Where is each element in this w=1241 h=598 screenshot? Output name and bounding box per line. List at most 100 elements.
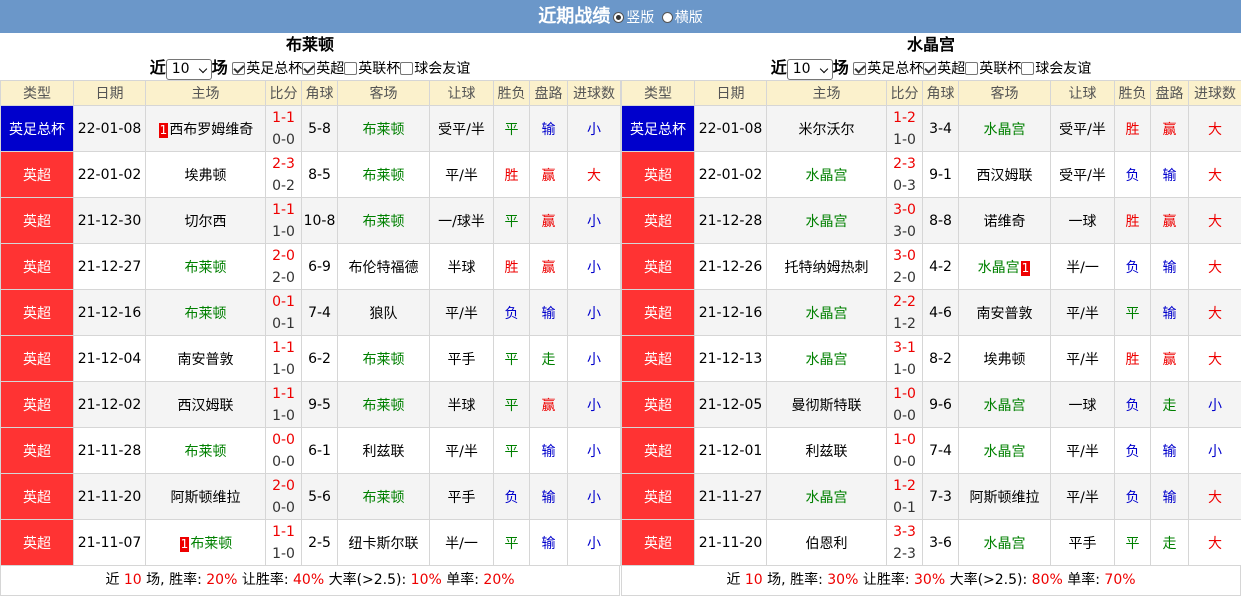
layout-radio-vertical[interactable] bbox=[613, 12, 625, 23]
col-header-corners[interactable]: 角球 bbox=[301, 80, 338, 106]
score-cell[interactable]: 0-0 0-0 bbox=[265, 427, 302, 474]
league-cell[interactable]: 英超 bbox=[0, 243, 74, 290]
col-header-home[interactable]: 主场 bbox=[766, 80, 887, 106]
home-team-cell[interactable]: 米尔沃尔 bbox=[766, 105, 887, 152]
col-header-handicap[interactable]: 让球 bbox=[429, 80, 494, 106]
col-header-away[interactable]: 客场 bbox=[958, 80, 1051, 106]
league-cell[interactable]: 英超 bbox=[621, 289, 695, 336]
filter-checkbox-friendly[interactable] bbox=[400, 62, 414, 75]
home-team-cell[interactable]: 利兹联 bbox=[766, 427, 887, 474]
table-row[interactable]: 英超 21-11-20 伯恩利 3-3 2-3 3-6 水晶宫 平手 平 走 大 bbox=[621, 519, 1241, 566]
score-cell[interactable]: 3-0 2-0 bbox=[886, 243, 923, 290]
home-team-cell[interactable]: 布莱顿 bbox=[145, 427, 266, 474]
home-team-cell[interactable]: 布莱顿 bbox=[145, 289, 266, 336]
score-cell[interactable]: 1-2 1-0 bbox=[886, 105, 923, 152]
filter-checkbox-epl[interactable] bbox=[302, 62, 316, 75]
table-row[interactable]: 英超 21-11-28 布莱顿 0-0 0-0 6-1 利兹联 平/半 平 输 小 bbox=[0, 427, 621, 474]
col-header-handicap[interactable]: 让球 bbox=[1050, 80, 1115, 106]
filter-checkbox-friendly[interactable] bbox=[1021, 62, 1035, 75]
col-header-cover[interactable]: 盘路 bbox=[529, 80, 568, 106]
score-cell[interactable]: 3-0 3-0 bbox=[886, 197, 923, 244]
table-row[interactable]: 英超 21-11-20 阿斯顿维拉 2-0 0-0 5-6 布莱顿 平手 负 输 … bbox=[0, 473, 621, 520]
away-team-cell[interactable]: 布莱顿 bbox=[337, 151, 430, 198]
league-cell[interactable]: 英超 bbox=[0, 427, 74, 474]
away-team-cell[interactable]: 布伦特福德 bbox=[337, 243, 430, 290]
away-team-cell[interactable]: 水晶宫 bbox=[958, 105, 1051, 152]
league-cell[interactable]: 英超 bbox=[0, 151, 74, 198]
table-row[interactable]: 英超 21-12-27 布莱顿 2-0 2-0 6-9 布伦特福德 半球 胜 赢 … bbox=[0, 243, 621, 290]
col-header-result[interactable]: 胜负 bbox=[1114, 80, 1151, 106]
away-team-cell[interactable]: 布莱顿 bbox=[337, 473, 430, 520]
filter-checkbox-league-cup[interactable] bbox=[965, 62, 979, 75]
away-team-cell[interactable]: 纽卡斯尔联 bbox=[337, 519, 430, 566]
col-header-cover[interactable]: 盘路 bbox=[1150, 80, 1189, 106]
layout-radio-horizontal[interactable] bbox=[661, 12, 673, 23]
league-cell[interactable]: 英超 bbox=[621, 197, 695, 244]
away-team-cell[interactable]: 水晶宫 bbox=[958, 381, 1051, 428]
away-team-cell[interactable]: 水晶宫 1 bbox=[958, 243, 1051, 290]
score-cell[interactable]: 2-0 0-0 bbox=[265, 473, 302, 520]
col-header-corners[interactable]: 角球 bbox=[922, 80, 959, 106]
away-team-cell[interactable]: 利兹联 bbox=[337, 427, 430, 474]
away-team-cell[interactable]: 布莱顿 bbox=[337, 381, 430, 428]
league-cell[interactable]: 英超 bbox=[621, 243, 695, 290]
table-row[interactable]: 英超 22-01-02 水晶宫 2-3 0-3 9-1 西汉姆联 受平/半 负 输… bbox=[621, 151, 1241, 198]
score-cell[interactable]: 1-1 1-0 bbox=[265, 519, 302, 566]
col-header-goals[interactable]: 进球数 bbox=[1188, 80, 1241, 106]
home-team-cell[interactable]: 水晶宫 bbox=[766, 289, 887, 336]
league-cell[interactable]: 英超 bbox=[0, 473, 74, 520]
away-team-cell[interactable]: 布莱顿 bbox=[337, 105, 430, 152]
score-cell[interactable]: 1-1 1-0 bbox=[265, 381, 302, 428]
score-cell[interactable]: 2-3 0-3 bbox=[886, 151, 923, 198]
filter-checkbox-fa-cup[interactable] bbox=[232, 62, 246, 75]
table-row[interactable]: 英超 21-12-13 水晶宫 3-1 1-0 8-2 埃弗顿 平/半 胜 赢 大 bbox=[621, 335, 1241, 382]
home-team-cell[interactable]: 南安普敦 bbox=[145, 335, 266, 382]
league-cell[interactable]: 英超 bbox=[621, 335, 695, 382]
score-cell[interactable]: 3-3 2-3 bbox=[886, 519, 923, 566]
league-cell[interactable]: 英超 bbox=[0, 381, 74, 428]
score-cell[interactable]: 1-0 0-0 bbox=[886, 381, 923, 428]
col-header-result[interactable]: 胜负 bbox=[493, 80, 530, 106]
score-cell[interactable]: 2-2 1-2 bbox=[886, 289, 923, 336]
away-team-cell[interactable]: 布莱顿 bbox=[337, 197, 430, 244]
score-cell[interactable]: 3-1 1-0 bbox=[886, 335, 923, 382]
league-cell[interactable]: 英超 bbox=[0, 289, 74, 336]
col-header-date[interactable]: 日期 bbox=[694, 80, 767, 106]
match-count-select[interactable]: 10 bbox=[165, 58, 212, 80]
home-team-cell[interactable]: 水晶宫 bbox=[766, 335, 887, 382]
table-row[interactable]: 英超 21-12-16 布莱顿 0-1 0-1 7-4 狼队 平/半 负 输 小 bbox=[0, 289, 621, 336]
league-cell[interactable]: 英超 bbox=[621, 381, 695, 428]
score-cell[interactable]: 1-1 1-0 bbox=[265, 335, 302, 382]
home-team-cell[interactable]: 伯恩利 bbox=[766, 519, 887, 566]
table-row[interactable]: 英超 22-01-02 埃弗顿 2-3 0-2 8-5 布莱顿 平/半 胜 赢 大 bbox=[0, 151, 621, 198]
home-team-cell[interactable]: 埃弗顿 bbox=[145, 151, 266, 198]
score-cell[interactable]: 1-2 0-1 bbox=[886, 473, 923, 520]
home-team-cell[interactable]: 水晶宫 bbox=[766, 197, 887, 244]
score-cell[interactable]: 1-1 1-0 bbox=[265, 197, 302, 244]
col-header-score[interactable]: 比分 bbox=[886, 80, 923, 106]
filter-checkbox-epl[interactable] bbox=[923, 62, 937, 75]
league-cell[interactable]: 英超 bbox=[0, 335, 74, 382]
col-header-goals[interactable]: 进球数 bbox=[567, 80, 621, 106]
table-row[interactable]: 英超 21-12-05 曼彻斯特联 1-0 0-0 9-6 水晶宫 一球 负 走 … bbox=[621, 381, 1241, 428]
away-team-cell[interactable]: 布莱顿 bbox=[337, 335, 430, 382]
home-team-cell[interactable]: 阿斯顿维拉 bbox=[145, 473, 266, 520]
col-header-date[interactable]: 日期 bbox=[73, 80, 146, 106]
home-team-cell[interactable]: 曼彻斯特联 bbox=[766, 381, 887, 428]
league-cell[interactable]: 英超 bbox=[621, 473, 695, 520]
league-cell[interactable]: 英足总杯 bbox=[621, 105, 695, 152]
score-cell[interactable]: 2-3 0-2 bbox=[265, 151, 302, 198]
home-team-cell[interactable]: 1 布莱顿 bbox=[145, 519, 266, 566]
home-team-cell[interactable]: 1 西布罗姆维奇 bbox=[145, 105, 266, 152]
away-team-cell[interactable]: 阿斯顿维拉 bbox=[958, 473, 1051, 520]
table-row[interactable]: 英超 21-12-30 切尔西 1-1 1-0 10-8 布莱顿 一/球半 平 赢… bbox=[0, 197, 621, 244]
league-cell[interactable]: 英足总杯 bbox=[0, 105, 74, 152]
table-row[interactable]: 英超 21-12-04 南安普敦 1-1 1-0 6-2 布莱顿 平手 平 走 小 bbox=[0, 335, 621, 382]
match-count-select[interactable]: 10 bbox=[786, 58, 833, 80]
table-row[interactable]: 英超 21-12-26 托特纳姆热刺 3-0 2-0 4-2 水晶宫 1 半/一 负… bbox=[621, 243, 1241, 290]
table-row[interactable]: 英超 21-11-27 水晶宫 1-2 0-1 7-3 阿斯顿维拉 平/半 负 输… bbox=[621, 473, 1241, 520]
col-header-type[interactable]: 类型 bbox=[0, 80, 74, 106]
league-cell[interactable]: 英超 bbox=[0, 197, 74, 244]
score-cell[interactable]: 0-1 0-1 bbox=[265, 289, 302, 336]
home-team-cell[interactable]: 切尔西 bbox=[145, 197, 266, 244]
